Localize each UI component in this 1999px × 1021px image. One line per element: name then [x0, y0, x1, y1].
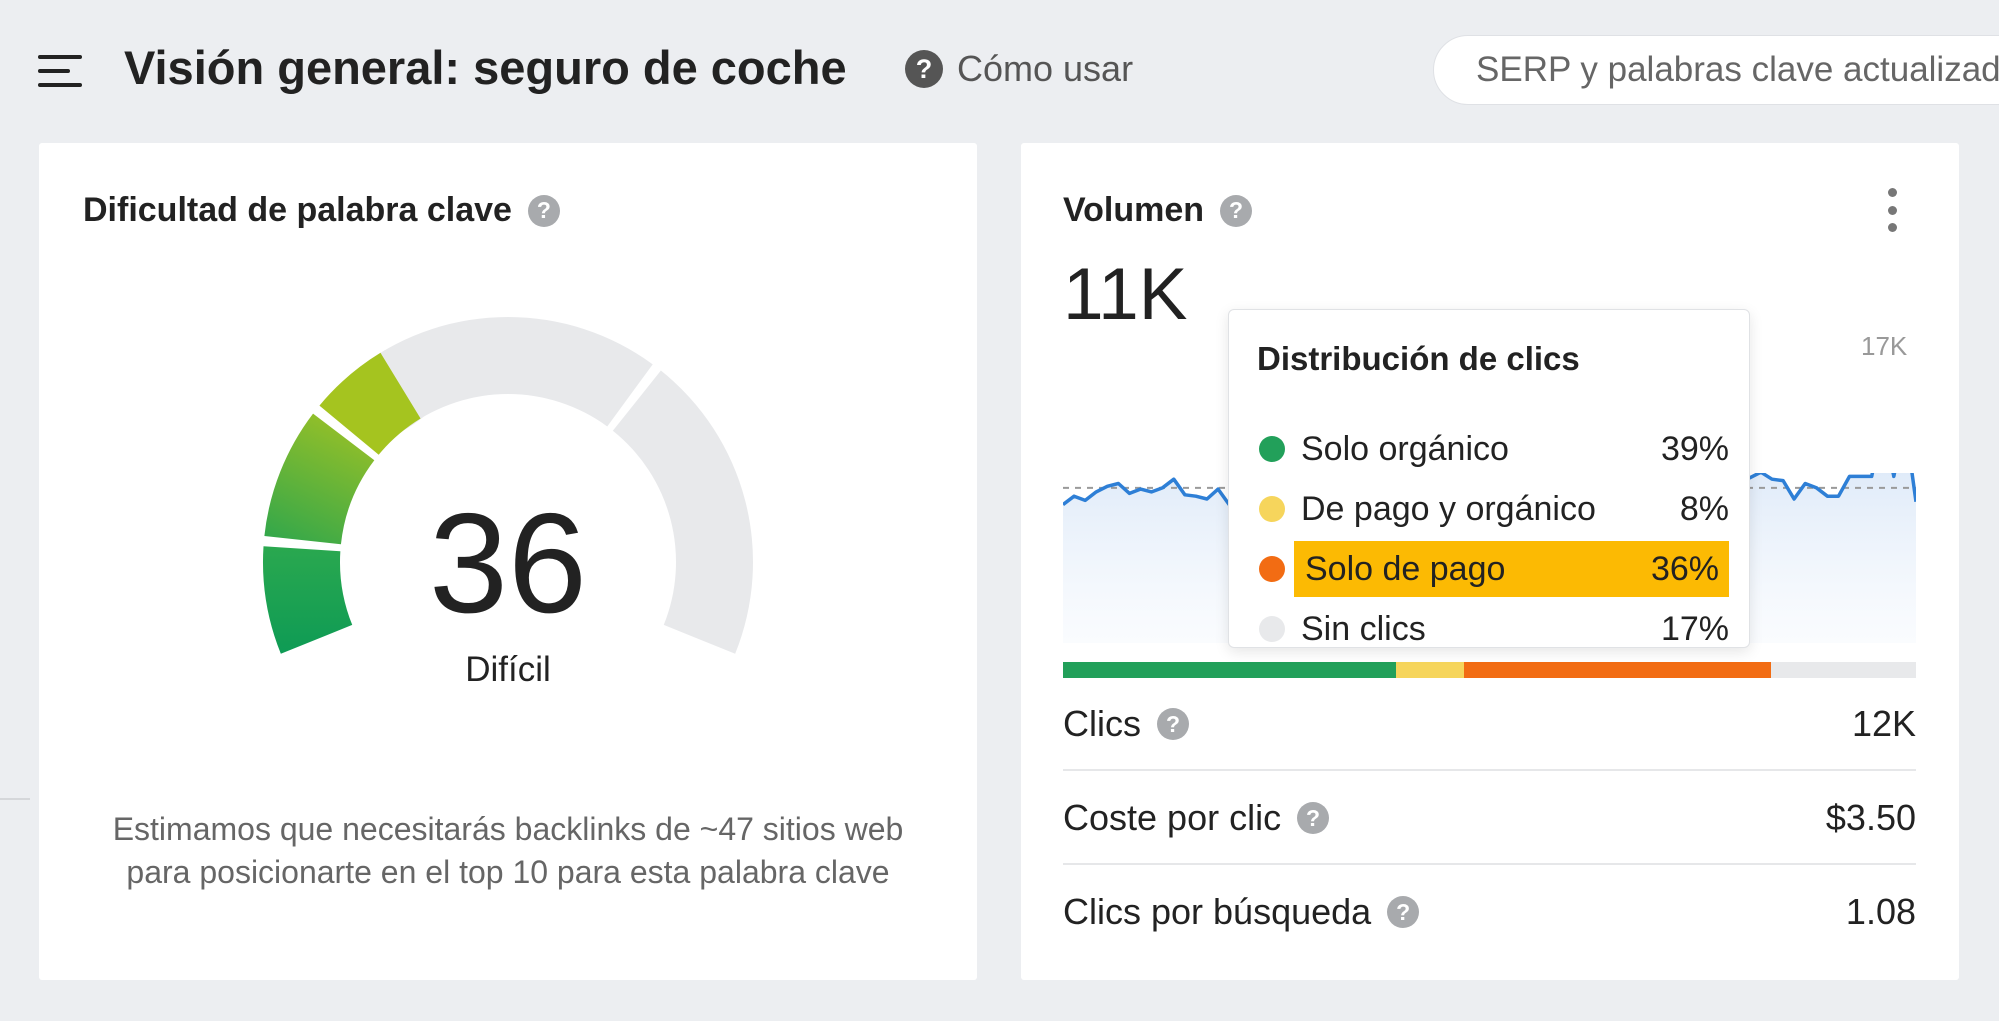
keyword-difficulty-card: Dificultad de palabra clave ? 36 Difícil…	[39, 143, 977, 980]
volume-card-title: Volumen ?	[1063, 191, 1253, 230]
more-options-icon[interactable]	[1884, 188, 1900, 232]
distribution-segment	[1395, 662, 1464, 678]
help-icon[interactable]: ?	[1387, 896, 1420, 928]
kd-difficulty-label: Difícil	[465, 650, 551, 689]
click-distribution-bar	[1063, 662, 1916, 678]
kd-description: Estimamos que necesitarás backlinks de ~…	[112, 811, 904, 890]
click-distribution-tooltip: Distribución de clics Solo orgánico 39% …	[1228, 309, 1750, 648]
metric-row-clicks: Clics? 12K	[1063, 684, 1916, 764]
volume-value: 11K	[1063, 254, 1188, 335]
help-icon[interactable]: ?	[1220, 194, 1253, 227]
legend-dot-icon	[1259, 436, 1285, 462]
serp-status-pill[interactable]: SERP y palabras clave actualizadas	[1433, 35, 1999, 105]
metric-value: 12K	[1851, 703, 1916, 744]
divider	[1063, 863, 1916, 865]
metric-label: Coste por clic	[1063, 797, 1282, 838]
tooltip-row-paid-only[interactable]: Solo de pago 36%	[1259, 541, 1729, 597]
help-icon[interactable]: ?	[1297, 802, 1330, 834]
tooltip-row-no-clicks[interactable]: Sin clics 17%	[1259, 601, 1729, 657]
distribution-segment	[1770, 662, 1916, 678]
metric-value: 1.08	[1845, 891, 1916, 932]
tooltip-row-organic[interactable]: Solo orgánico 39%	[1259, 421, 1729, 477]
legend-dot-icon	[1259, 616, 1285, 642]
metric-label: Clics por búsqueda	[1063, 891, 1372, 932]
chart-max-tick: 17K	[1861, 331, 1908, 361]
tooltip-row-paid-and-organic[interactable]: De pago y orgánico 8%	[1259, 481, 1729, 537]
distribution-segment	[1063, 662, 1396, 678]
legend-dot-icon	[1259, 496, 1285, 522]
metric-row-clicks-per-search: Clics por búsqueda? 1.08	[1063, 872, 1916, 952]
metric-value: $3.50	[1825, 797, 1916, 838]
hamburger-menu-icon[interactable]	[38, 55, 82, 87]
tooltip-title: Distribución de clics	[1257, 340, 1580, 377]
legend-dot-icon	[1259, 556, 1285, 582]
divider	[1063, 769, 1916, 771]
page-title: Visión general: seguro de coche	[124, 41, 847, 94]
metric-label: Clics	[1063, 703, 1141, 744]
how-to-use-link[interactable]: ? Cómo usar	[905, 48, 1133, 90]
divider	[0, 798, 30, 800]
distribution-segment	[1463, 662, 1771, 678]
metric-row-cpc: Coste por clic? $3.50	[1063, 778, 1916, 858]
how-to-use-label: Cómo usar	[957, 48, 1134, 89]
kd-score: 36	[429, 484, 587, 643]
help-circle-icon: ?	[905, 50, 943, 88]
help-icon[interactable]: ?	[1157, 708, 1189, 740]
